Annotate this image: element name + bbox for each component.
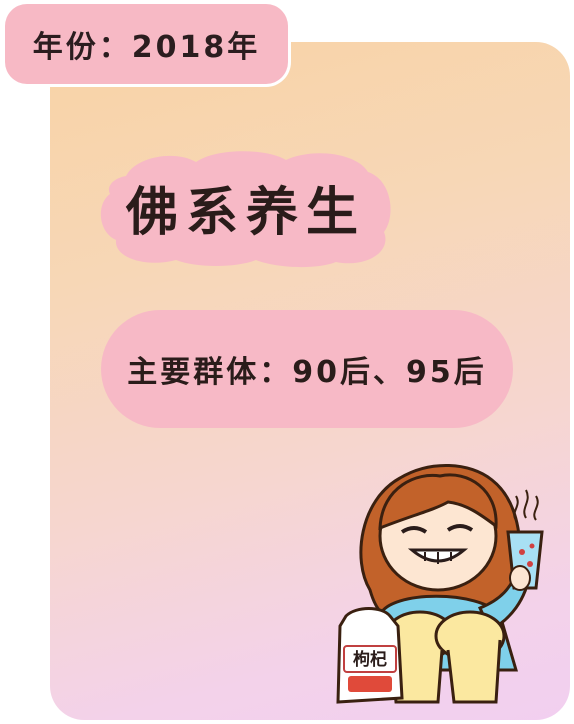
girl-drinking-illustration: 枸杞 bbox=[330, 440, 570, 720]
goji-bag-icon: 枸杞 bbox=[336, 607, 404, 704]
goji-bag-label: 枸杞 bbox=[353, 649, 387, 670]
year-tag: 年份：2018年 bbox=[5, 4, 288, 84]
target-group-pill: 主要群体：90后、95后 bbox=[101, 310, 513, 428]
year-tag-text: 年份：2018年 bbox=[32, 30, 261, 65]
title-cloud: 佛系养生 bbox=[96, 146, 396, 268]
target-group-text: 主要群体：90后、95后 bbox=[127, 355, 487, 390]
hand-shape bbox=[509, 565, 531, 591]
steam-icon bbox=[513, 489, 539, 521]
page-title: 佛系养生 bbox=[125, 182, 366, 243]
